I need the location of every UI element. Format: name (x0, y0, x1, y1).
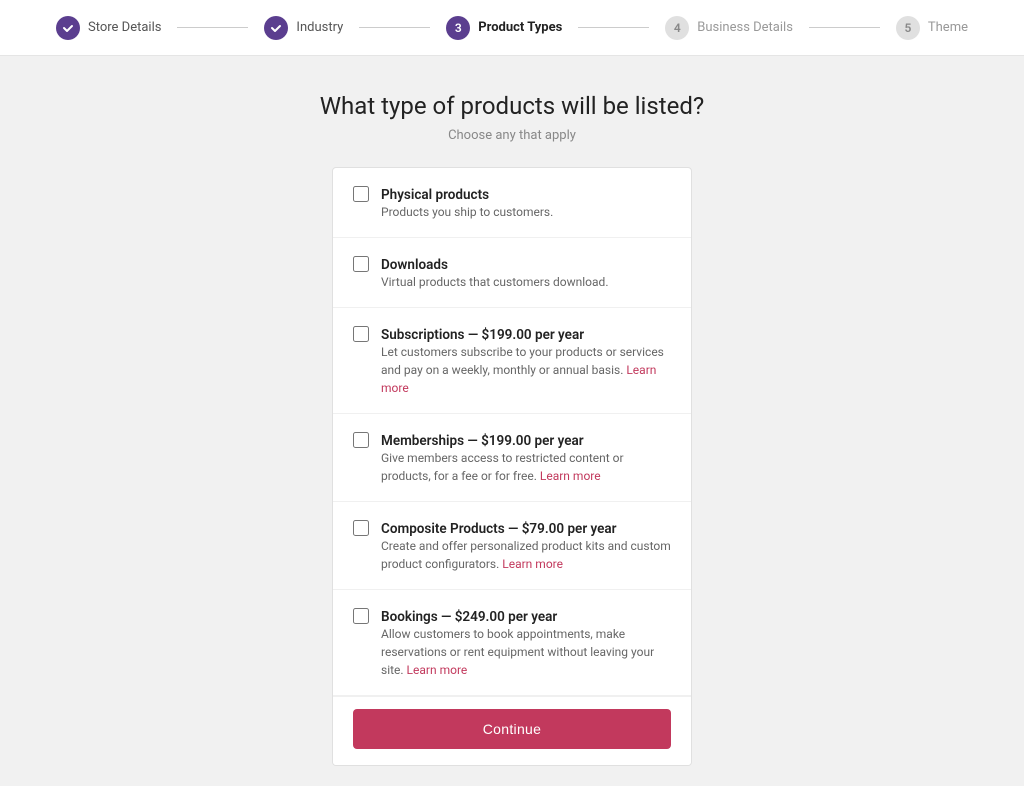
step-connector-3 (809, 27, 880, 28)
option-text-bookings: Bookings — $249.00 per yearAllow custome… (381, 606, 671, 679)
step-label-business-details: Business Details (697, 20, 793, 35)
page-subheading: Choose any that apply (448, 128, 576, 143)
learn-more-link-memberships[interactable]: Learn more (540, 469, 601, 483)
option-text-memberships: Memberships — $199.00 per yearGive membe… (381, 430, 671, 485)
checkbox-wrap-composite (353, 520, 369, 540)
checkbox-physical[interactable] (353, 186, 369, 202)
step-circle-product-types: 3 (446, 16, 470, 40)
checkbox-bookings[interactable] (353, 608, 369, 624)
learn-more-link-subscriptions[interactable]: Learn more (381, 363, 656, 395)
stepper: Store Details Industry 3 Product Types 4 Busi… (0, 0, 1024, 56)
learn-more-link-composite[interactable]: Learn more (502, 557, 563, 571)
option-title-composite[interactable]: Composite Products — $79.00 per year (381, 521, 617, 537)
page-heading: What type of products will be listed? (320, 92, 704, 120)
step-connector-1 (359, 27, 430, 28)
option-desc-subscriptions: Let customers subscribe to your products… (381, 343, 671, 397)
step-circle-industry (264, 16, 288, 40)
step-connector-0 (177, 27, 248, 28)
option-item-downloads: DownloadsVirtual products that customers… (333, 238, 691, 308)
option-item-subscriptions: Subscriptions — $199.00 per yearLet cust… (333, 308, 691, 414)
option-item-composite: Composite Products — $79.00 per yearCrea… (333, 502, 691, 590)
option-text-physical: Physical productsProducts you ship to cu… (381, 184, 553, 221)
option-desc-physical: Products you ship to customers. (381, 203, 553, 221)
option-item-physical: Physical productsProducts you ship to cu… (333, 168, 691, 238)
option-text-composite: Composite Products — $79.00 per yearCrea… (381, 518, 671, 573)
option-title-physical[interactable]: Physical products (381, 187, 489, 203)
option-desc-composite: Create and offer personalized product ki… (381, 537, 671, 573)
checkbox-wrap-memberships (353, 432, 369, 452)
step-label-store-details: Store Details (88, 20, 161, 35)
step-circle-theme: 5 (896, 16, 920, 40)
option-text-subscriptions: Subscriptions — $199.00 per yearLet cust… (381, 324, 671, 397)
checkbox-memberships[interactable] (353, 432, 369, 448)
option-title-subscriptions[interactable]: Subscriptions — $199.00 per year (381, 327, 584, 343)
step-store-details[interactable]: Store Details (40, 16, 177, 40)
step-connector-2 (578, 27, 649, 28)
checkbox-wrap-subscriptions (353, 326, 369, 346)
step-circle-store-details (56, 16, 80, 40)
checkbox-wrap-downloads (353, 256, 369, 276)
checkmark-icon (62, 22, 74, 34)
step-label-product-types: Product Types (478, 20, 562, 35)
checkbox-composite[interactable] (353, 520, 369, 536)
step-business-details[interactable]: 4 Business Details (649, 16, 809, 40)
option-title-bookings[interactable]: Bookings — $249.00 per year (381, 609, 557, 625)
checkbox-wrap-bookings (353, 608, 369, 628)
option-item-bookings: Bookings — $249.00 per yearAllow custome… (333, 590, 691, 696)
option-desc-bookings: Allow customers to book appointments, ma… (381, 625, 671, 679)
learn-more-link-bookings[interactable]: Learn more (407, 663, 468, 677)
continue-btn-wrap: Continue (333, 696, 691, 765)
step-industry[interactable]: Industry (248, 16, 359, 40)
option-text-downloads: DownloadsVirtual products that customers… (381, 254, 608, 291)
step-label-industry: Industry (296, 20, 343, 35)
step-label-theme: Theme (928, 20, 968, 35)
option-title-memberships[interactable]: Memberships — $199.00 per year (381, 433, 584, 449)
main-content: What type of products will be listed? Ch… (0, 56, 1024, 786)
checkbox-downloads[interactable] (353, 256, 369, 272)
continue-button[interactable]: Continue (353, 709, 671, 749)
checkmark-icon (270, 22, 282, 34)
step-circle-business-details: 4 (665, 16, 689, 40)
checkbox-subscriptions[interactable] (353, 326, 369, 342)
step-product-types[interactable]: 3 Product Types (430, 16, 578, 40)
option-item-memberships: Memberships — $199.00 per yearGive membe… (333, 414, 691, 502)
option-desc-downloads: Virtual products that customers download… (381, 273, 608, 291)
option-desc-memberships: Give members access to restricted conten… (381, 449, 671, 485)
option-title-downloads[interactable]: Downloads (381, 257, 448, 273)
step-theme[interactable]: 5 Theme (880, 16, 984, 40)
checkbox-wrap-physical (353, 186, 369, 206)
product-types-card: Physical productsProducts you ship to cu… (332, 167, 692, 766)
